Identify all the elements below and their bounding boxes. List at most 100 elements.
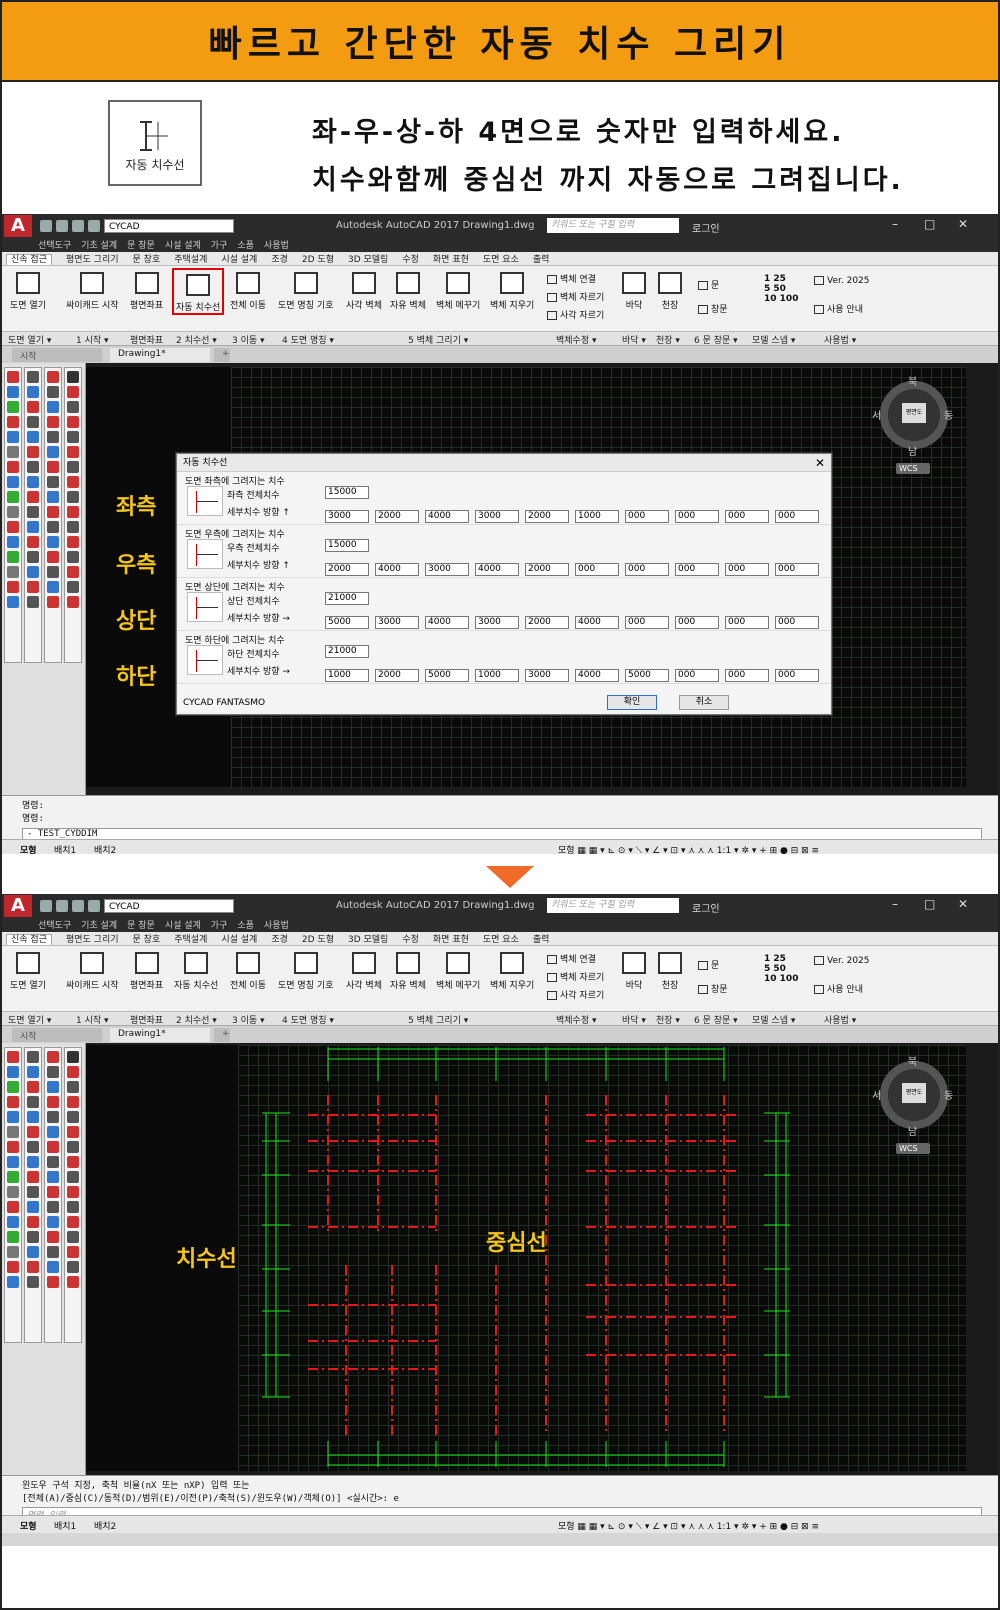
menu-item[interactable]: 소품 <box>237 241 254 251</box>
detail-input[interactable]: 000 <box>775 563 819 576</box>
viewcube-face[interactable]: 평면도 <box>902 1083 926 1103</box>
start-tab[interactable]: 시작 <box>12 348 102 362</box>
menu-item[interactable]: 선택도구 <box>38 921 71 931</box>
detail-input[interactable]: 000 <box>675 669 719 682</box>
detail-input[interactable]: 5000 <box>325 616 369 629</box>
move-all-button[interactable]: 전체 이동 <box>230 268 266 311</box>
detail-input[interactable]: 000 <box>625 563 669 576</box>
tab-doors[interactable]: 문 창호 <box>133 255 161 265</box>
tab-elements[interactable]: 도면 요소 <box>483 255 519 265</box>
drawing-canvas[interactable]: 치수선 중심선 평면도 북 남 서 동 WCS <box>86 1045 966 1471</box>
tab-output[interactable]: 출력 <box>533 935 550 945</box>
detail-input[interactable]: 2000 <box>325 563 369 576</box>
menu-item[interactable]: 가구 <box>211 921 228 931</box>
redo-icon[interactable] <box>72 220 84 232</box>
auto-dimension-button[interactable]: 자동 치수선 <box>174 948 218 991</box>
undo-icon[interactable] <box>56 220 68 232</box>
minimize-icon[interactable]: – <box>892 897 898 911</box>
tab-floor-plan[interactable]: 평면도 그리기 <box>66 255 119 265</box>
tab-facility[interactable]: 시설 설계 <box>221 935 257 945</box>
detail-input[interactable]: 4000 <box>425 616 469 629</box>
detail-input[interactable]: 4000 <box>425 510 469 523</box>
autocad-logo-icon[interactable]: A <box>4 895 32 917</box>
plot-icon[interactable] <box>88 220 100 232</box>
detail-input[interactable]: 3000 <box>475 616 519 629</box>
version-button[interactable]: Ver. 2025 <box>814 276 870 286</box>
window-button[interactable]: 창문 <box>698 302 728 315</box>
free-wall-button[interactable]: 자유 벽체 <box>390 948 426 991</box>
detail-input[interactable]: 2000 <box>375 669 419 682</box>
detail-input[interactable]: 2000 <box>525 510 569 523</box>
start-tab[interactable]: 시작 <box>12 1028 102 1042</box>
tab-landscape[interactable]: 조경 <box>271 935 288 945</box>
detail-input[interactable]: 1000 <box>325 669 369 682</box>
tab-floor-plan[interactable]: 평면도 그리기 <box>66 935 119 945</box>
floor-button[interactable]: 바닥 <box>622 948 646 991</box>
tab-modify[interactable]: 수정 <box>402 935 419 945</box>
draw-tools-column[interactable] <box>4 367 22 663</box>
detail-input[interactable]: 1000 <box>475 669 519 682</box>
cycad-start-button[interactable]: 싸이캐드 시작 <box>66 268 119 311</box>
maximize-icon[interactable]: □ <box>924 217 935 231</box>
viewcube-face[interactable]: 평면도 <box>902 403 926 423</box>
detail-input[interactable]: 000 <box>675 563 719 576</box>
close-icon[interactable]: ✕ <box>958 217 968 231</box>
version-button[interactable]: Ver. 2025 <box>814 956 870 966</box>
free-wall-button[interactable]: 자유 벽체 <box>390 268 426 311</box>
search-input[interactable]: 키워드 또는 구절 입력 <box>547 898 679 913</box>
detail-input[interactable]: 2000 <box>525 563 569 576</box>
object-tools-column[interactable] <box>44 1047 62 1343</box>
menu-item[interactable]: 문 창문 <box>127 921 155 931</box>
detail-input[interactable]: 000 <box>775 510 819 523</box>
viewcube[interactable]: 평면도 북 남 서 동 <box>872 1055 954 1138</box>
rect-wall-button[interactable]: 사각 벽체 <box>346 268 382 311</box>
detail-input[interactable]: 3000 <box>375 616 419 629</box>
workspace-select[interactable]: CYCAD <box>104 219 234 233</box>
menu-item[interactable]: 사용법 <box>264 921 289 931</box>
detail-input[interactable]: 000 <box>775 669 819 682</box>
tab-facility[interactable]: 시설 설계 <box>221 255 257 265</box>
menu-item[interactable]: 기초 설계 <box>81 241 117 251</box>
menu-item[interactable]: 가구 <box>211 241 228 251</box>
dialog-close-icon[interactable]: ✕ <box>815 454 825 472</box>
modify-tools-column[interactable] <box>24 367 42 663</box>
undo-icon[interactable] <box>56 900 68 912</box>
erase-wall-button[interactable]: 벽체 지우기 <box>490 268 534 311</box>
door-button[interactable]: 문 <box>698 958 719 971</box>
menu-item[interactable]: 소품 <box>237 921 254 931</box>
menu-item[interactable]: 사용법 <box>264 241 289 251</box>
tab-housing[interactable]: 주택설계 <box>174 935 207 945</box>
total-input[interactable]: 21000 <box>325 645 369 658</box>
modify-tools-column[interactable] <box>24 1047 42 1343</box>
erase-wall-button[interactable]: 벽체 지우기 <box>490 948 534 991</box>
ceiling-button[interactable]: 천장 <box>658 268 682 311</box>
scale-buttons[interactable]: 1 25 5 50 10 100 <box>764 274 798 304</box>
detail-input[interactable]: 5000 <box>425 669 469 682</box>
detail-input[interactable]: 2000 <box>525 616 569 629</box>
fill-wall-button[interactable]: 벽체 메꾸기 <box>436 948 480 991</box>
scale-tools-column[interactable] <box>64 1047 82 1343</box>
menu-item[interactable]: 기초 설계 <box>81 921 117 931</box>
detail-input[interactable]: 000 <box>625 616 669 629</box>
tab-elements[interactable]: 도면 요소 <box>483 935 519 945</box>
tab-doors[interactable]: 문 창호 <box>133 935 161 945</box>
wall-cut-button[interactable]: 벽체 자르기 <box>547 290 604 303</box>
tab-housing[interactable]: 주택설계 <box>174 255 207 265</box>
detail-input[interactable]: 000 <box>675 510 719 523</box>
scale-tools-column[interactable] <box>64 367 82 663</box>
save-icon[interactable] <box>40 220 52 232</box>
detail-input[interactable]: 4000 <box>575 616 619 629</box>
rect-wall-button[interactable]: 사각 벽체 <box>346 948 382 991</box>
rect-cut-button[interactable]: 사각 자르기 <box>547 308 604 321</box>
layout1-tab[interactable]: 배치1 <box>54 843 76 854</box>
maximize-icon[interactable]: □ <box>924 897 935 911</box>
save-icon[interactable] <box>40 900 52 912</box>
layout2-tab[interactable]: 배치2 <box>94 1519 116 1532</box>
plan-coord-button[interactable]: 평면좌표 <box>130 268 163 311</box>
tab-display[interactable]: 화면 표현 <box>433 935 469 945</box>
layout2-tab[interactable]: 배치2 <box>94 843 116 854</box>
login-button[interactable]: 로그인 <box>692 900 720 915</box>
total-input[interactable]: 15000 <box>325 486 369 499</box>
detail-input[interactable]: 000 <box>775 616 819 629</box>
auto-dimension-button[interactable]: 자동 치수선 <box>172 268 225 315</box>
